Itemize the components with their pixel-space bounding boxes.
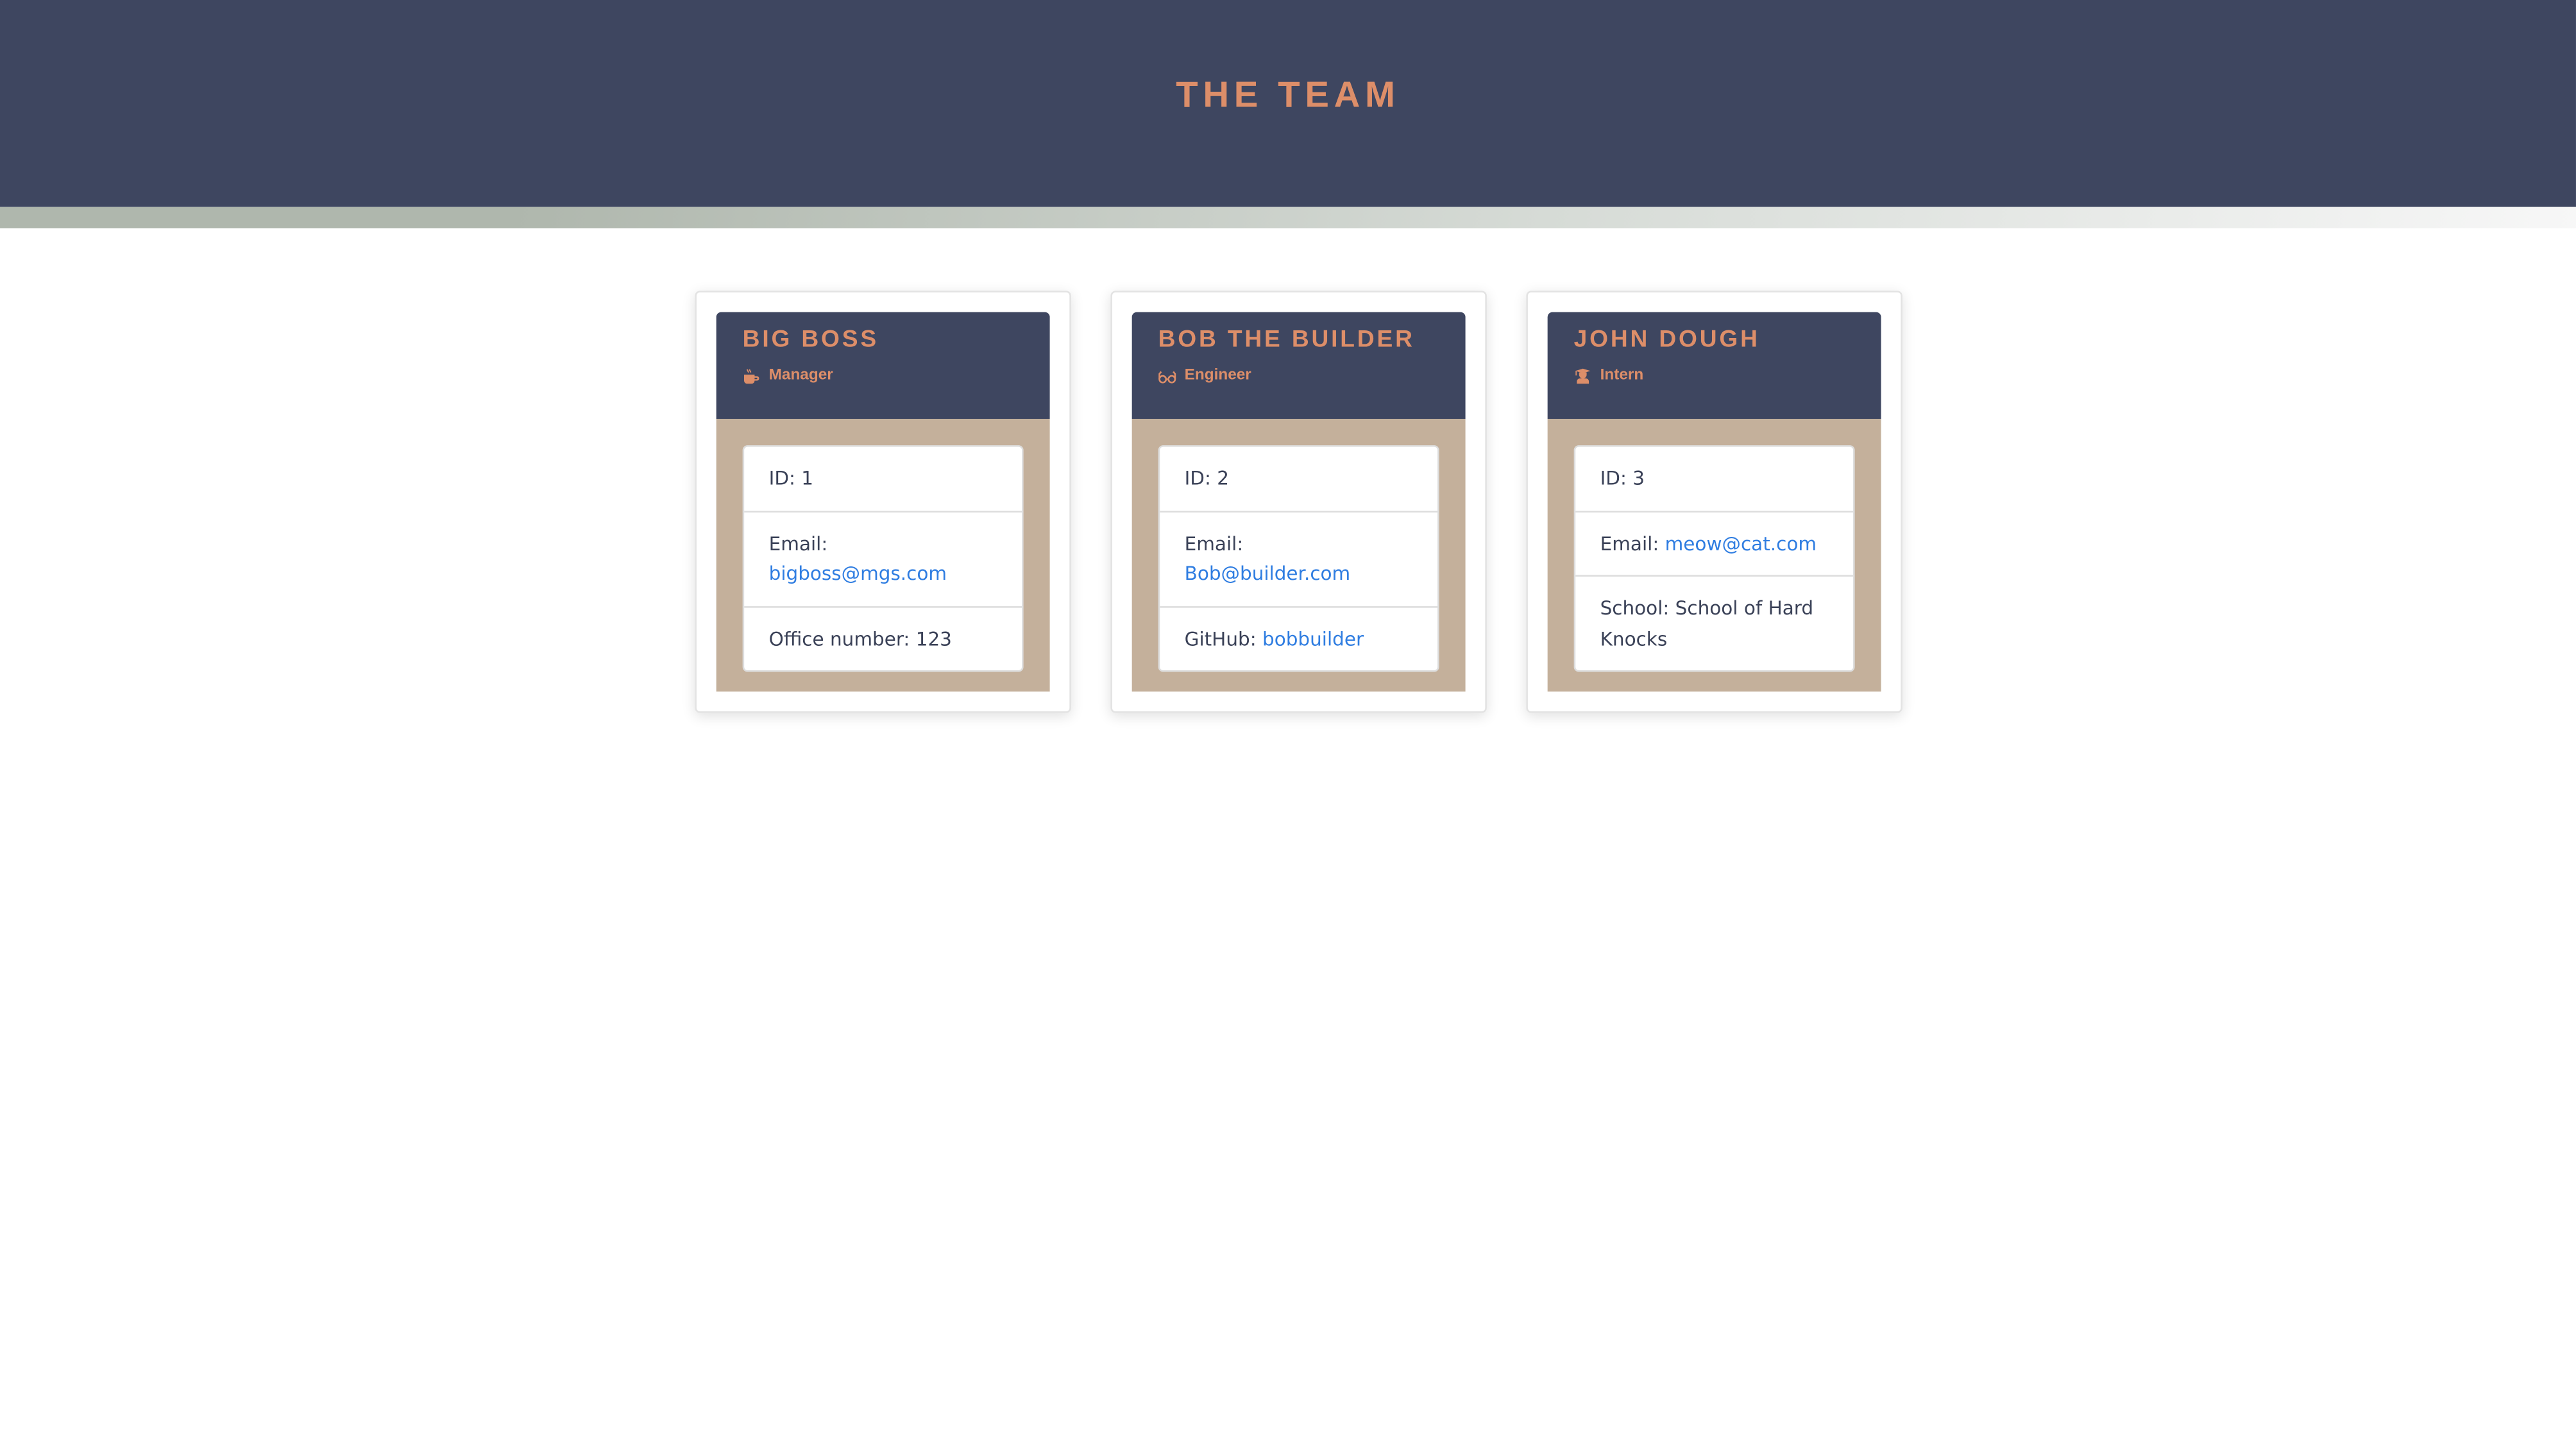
- role-label: Intern: [1600, 366, 1644, 385]
- employee-name: BOB THE BUILDER: [1158, 326, 1415, 353]
- employee-card: JOHN DOUGH Intern ID: 3 Email: meow@cat.…: [1526, 291, 1902, 713]
- info-list: ID: 3 Email: meow@cat.com School: School…: [1573, 445, 1855, 672]
- card-header: JOHN DOUGH Intern: [1547, 312, 1881, 419]
- glasses-icon: [1158, 370, 1176, 383]
- card-body: ID: 1 Email: bigboss@mgs.com Office numb…: [716, 419, 1050, 692]
- github-link[interactable]: bobbuilder: [1262, 627, 1364, 650]
- office-number-item: Office number: 123: [744, 605, 1022, 670]
- email-item: Email: meow@cat.com: [1575, 510, 1854, 575]
- card-body: ID: 3 Email: meow@cat.com School: School…: [1547, 419, 1881, 692]
- school-item: School: School of Hard Knocks: [1575, 575, 1854, 670]
- user-graduate-icon: [1575, 368, 1591, 383]
- github-label: GitHub:: [1184, 627, 1263, 650]
- employee-role: Intern: [1574, 366, 1855, 384]
- email-label: Email:: [1184, 531, 1244, 555]
- email-label: Email:: [768, 531, 828, 555]
- employee-role: Engineer: [1158, 366, 1439, 384]
- card-header: BIG BOSS Manager: [716, 312, 1050, 419]
- page-title: THE TEAM: [1176, 74, 1400, 115]
- email-link[interactable]: bigboss@mgs.com: [769, 562, 947, 585]
- email-item: Email: Bob@builder.com: [1160, 510, 1438, 605]
- page-header: THE TEAM: [0, 0, 2576, 207]
- team-cards: BIG BOSS Manager ID: 1 Email: bigboss@mg…: [0, 291, 2576, 713]
- email-item: Email: bigboss@mgs.com: [744, 510, 1022, 605]
- employee-role: Manager: [743, 366, 1024, 384]
- id-item: ID: 2: [1184, 466, 1230, 490]
- email-label: Email:: [1600, 531, 1665, 555]
- card-body: ID: 2 Email: Bob@builder.com GitHub: bob…: [1131, 419, 1466, 692]
- id-item: ID: 3: [1600, 466, 1645, 490]
- info-list: ID: 2 Email: Bob@builder.com GitHub: bob…: [1158, 445, 1439, 672]
- coffee-icon: [744, 368, 759, 383]
- info-list: ID: 1 Email: bigboss@mgs.com Office numb…: [742, 445, 1024, 672]
- github-item: GitHub: bobbuilder: [1160, 605, 1438, 670]
- gradient-divider: [0, 207, 2576, 229]
- role-label: Manager: [768, 366, 833, 385]
- employee-card: BOB THE BUILDER Engineer ID: 2 Email: Bo…: [1110, 291, 1487, 713]
- employee-card: BIG BOSS Manager ID: 1 Email: bigboss@mg…: [695, 291, 1071, 713]
- role-label: Engineer: [1184, 366, 1251, 385]
- employee-name: BIG BOSS: [742, 326, 879, 353]
- email-link[interactable]: meow@cat.com: [1665, 532, 1817, 555]
- email-link[interactable]: Bob@builder.com: [1185, 562, 1351, 585]
- id-item: ID: 1: [768, 466, 814, 490]
- employee-name: JOHN DOUGH: [1573, 326, 1760, 353]
- card-header: BOB THE BUILDER Engineer: [1131, 312, 1466, 419]
